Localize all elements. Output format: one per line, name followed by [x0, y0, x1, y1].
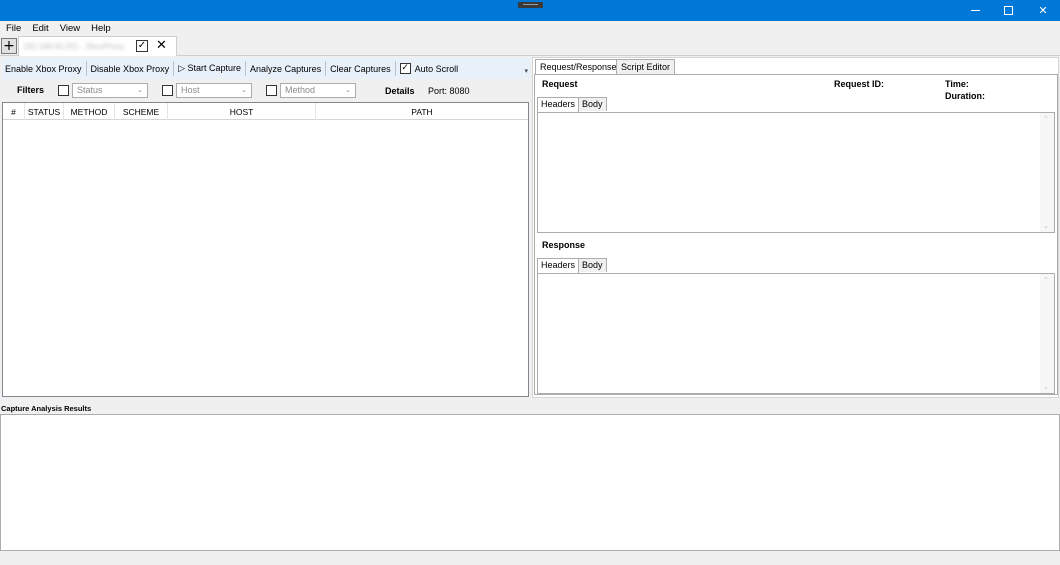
column-method[interactable]: METHOD: [64, 103, 115, 120]
scroll-up-icon[interactable]: ⌃: [1043, 115, 1049, 123]
title-drag-handle[interactable]: [518, 2, 543, 8]
session-tab-strip: + 192.168.50.201 - XboxProxy ✓ ✕: [0, 36, 1060, 56]
request-headers-textbox[interactable]: ⌃ ⌄: [537, 112, 1055, 233]
menu-file[interactable]: File: [6, 23, 21, 34]
session-tab-close-icon[interactable]: ✕: [156, 39, 167, 53]
disable-xbox-proxy-button[interactable]: Disable Xbox Proxy: [88, 58, 173, 79]
minimize-icon: [970, 10, 980, 11]
session-tab-checkbox[interactable]: ✓: [136, 40, 148, 52]
auto-scroll-label[interactable]: Auto Scroll: [415, 64, 459, 74]
host-filter-placeholder: Host: [181, 85, 200, 95]
status-filter-checkbox[interactable]: [58, 85, 69, 96]
toolbar-separator: [325, 61, 327, 76]
toolbar-separator: [394, 61, 396, 76]
method-filter-combo[interactable]: Method ⌄: [280, 83, 356, 98]
status-filter-placeholder: Status: [77, 85, 103, 95]
toolbar-separator: [173, 61, 175, 76]
scroll-down-icon[interactable]: ⌄: [1043, 383, 1049, 391]
filters-label: Filters: [17, 85, 45, 95]
tab-script-editor[interactable]: Script Editor: [616, 59, 676, 74]
request-label: Request: [542, 79, 578, 89]
session-tab[interactable]: 192.168.50.201 - XboxProxy ✓ ✕: [18, 36, 177, 56]
analyze-captures-button[interactable]: Analyze Captures: [247, 58, 324, 79]
request-id-label: Request ID:: [834, 79, 885, 89]
minimize-button[interactable]: [958, 0, 992, 21]
auto-scroll-checkbox[interactable]: ✓: [399, 63, 411, 74]
toolbar-separator: [85, 61, 87, 76]
port-label: Port: 8080: [428, 86, 470, 96]
maximize-button[interactable]: [991, 0, 1025, 21]
chevron-down-icon: ⌄: [137, 86, 143, 94]
column-host[interactable]: HOST: [168, 103, 316, 120]
host-filter-combo[interactable]: Host ⌄: [176, 83, 252, 98]
menu-view[interactable]: View: [60, 23, 80, 34]
plus-icon: +: [3, 38, 15, 54]
request-scrollbar[interactable]: ⌃ ⌄: [1040, 113, 1054, 232]
duration-label: Duration:: [945, 91, 985, 101]
scroll-down-icon[interactable]: ⌄: [1043, 222, 1049, 230]
column-status[interactable]: STATUS: [25, 103, 64, 120]
title-bar[interactable]: ✕: [0, 0, 1060, 21]
status-filter-combo[interactable]: Status ⌄: [72, 83, 148, 98]
chevron-down-icon: ⌄: [345, 86, 351, 94]
response-headers-tab[interactable]: Headers: [537, 258, 580, 273]
method-filter-placeholder: Method: [285, 85, 316, 95]
response-label: Response: [542, 240, 586, 250]
analysis-results-label: Capture Analysis Results: [1, 404, 92, 413]
host-filter-checkbox[interactable]: [162, 85, 173, 96]
response-headers-textbox[interactable]: ⌃ ⌄: [537, 273, 1055, 394]
add-tab-button[interactable]: +: [1, 38, 17, 54]
close-window-button[interactable]: ✕: [1026, 0, 1060, 21]
request-response-pane: Request Request ID: Time: Duration: Head…: [534, 74, 1058, 395]
response-scrollbar[interactable]: ⌃ ⌄: [1040, 274, 1054, 393]
toolbar-separator: [245, 61, 247, 76]
response-body-tab[interactable]: Body: [578, 258, 607, 272]
capture-list-header: # STATUS METHOD SCHEME HOST PATH: [3, 103, 528, 120]
request-headers-tab[interactable]: Headers: [537, 97, 580, 112]
time-label: Time:: [945, 79, 969, 89]
menu-bar: File Edit View Help: [0, 21, 1060, 36]
request-body-tab[interactable]: Body: [578, 97, 607, 111]
capture-toolbar: Enable Xbox Proxy Disable Xbox Proxy ▷ S…: [2, 58, 530, 79]
analysis-results-box[interactable]: [0, 414, 1060, 551]
method-filter-checkbox[interactable]: [266, 85, 277, 96]
details-panel: Request/Response Script Editor Request R…: [532, 57, 1059, 398]
menu-help[interactable]: Help: [91, 23, 111, 34]
capture-list[interactable]: # STATUS METHOD SCHEME HOST PATH: [2, 102, 529, 397]
filters-row: Filters Status ⌄ Host ⌄ Method ⌄ Details…: [2, 81, 530, 101]
clear-captures-button[interactable]: Clear Captures: [327, 58, 394, 79]
enable-xbox-proxy-button[interactable]: Enable Xbox Proxy: [2, 58, 85, 79]
close-icon: ✕: [1038, 4, 1048, 17]
maximize-icon: [1003, 6, 1013, 15]
column-path[interactable]: PATH: [316, 103, 528, 120]
session-tab-title: 192.168.50.201 - XboxProxy: [23, 42, 125, 51]
column-scheme[interactable]: SCHEME: [115, 103, 168, 120]
details-label: Details: [385, 86, 415, 96]
start-capture-button[interactable]: ▷ Start Capture: [175, 58, 244, 79]
column-number[interactable]: #: [3, 103, 25, 120]
menu-edit[interactable]: Edit: [32, 23, 48, 34]
toolbar-overflow-icon[interactable]: ▾: [524, 67, 528, 75]
scroll-up-icon[interactable]: ⌃: [1043, 276, 1049, 284]
chevron-down-icon: ⌄: [241, 86, 247, 94]
